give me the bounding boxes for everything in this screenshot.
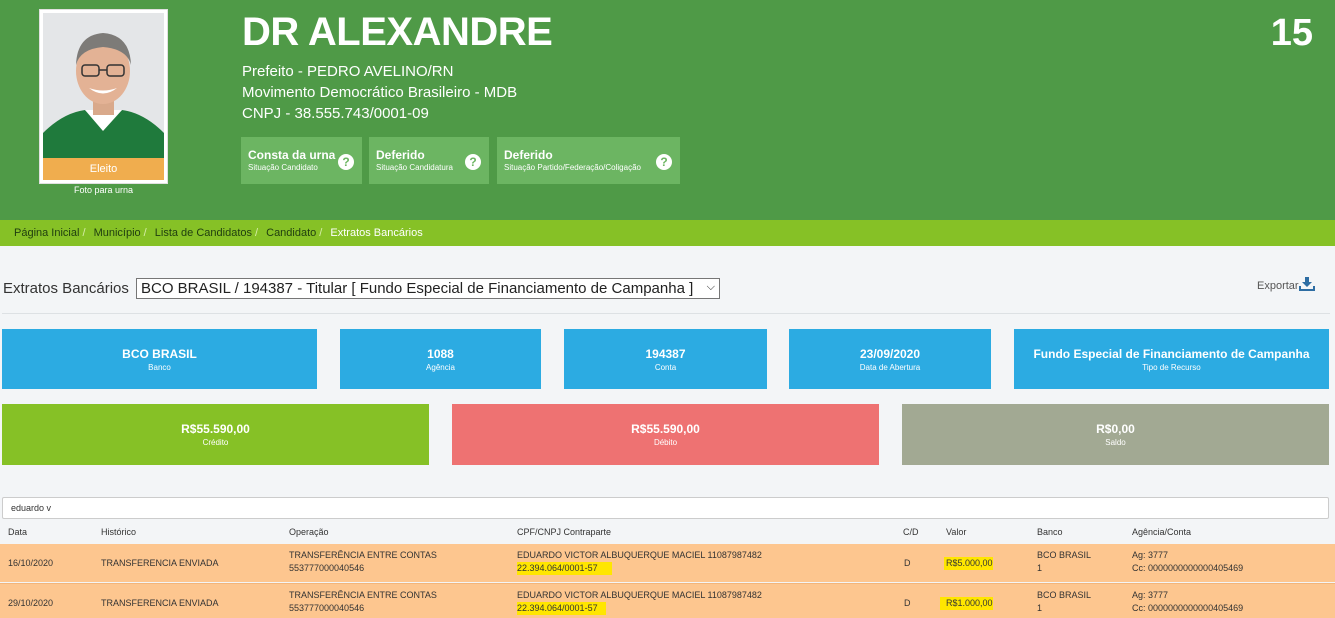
col-header-data[interactable]: Data	[8, 527, 27, 537]
credit-label: Crédito	[202, 438, 229, 447]
search-input[interactable]: eduardo v	[2, 497, 1329, 519]
candidate-party: Movimento Democrático Brasileiro - MDB	[242, 84, 518, 101]
col-header-banco[interactable]: Banco	[1037, 527, 1063, 537]
bank-label: Banco	[148, 363, 171, 372]
breadcrumb-candidate[interactable]: Candidato	[266, 227, 316, 239]
question-circle-icon[interactable]: ?	[656, 154, 672, 170]
photo-caption: Foto para urna	[73, 185, 134, 195]
balance-label: Saldo	[1105, 438, 1126, 447]
divider	[2, 313, 1330, 314]
col-header-cd[interactable]: C/D	[903, 527, 919, 537]
breadcrumb-candidate-list[interactable]: Lista de Candidatos	[155, 227, 252, 239]
resource-type-box: Fundo Especial de Financiamento de Campa…	[1014, 329, 1329, 389]
candidate-number: 15	[1270, 12, 1313, 54]
cell-historico: TRANSFERENCIA ENVIADA	[101, 558, 219, 568]
debit-label: Débito	[653, 438, 678, 447]
balance-value: R$0,00	[1096, 422, 1135, 436]
breadcrumb: Página Inicial / Município / Lista de Cand…	[0, 220, 1335, 246]
cell-cd: D	[904, 558, 911, 568]
cell-cd: D	[904, 598, 911, 608]
cell-banco: BCO BRASIL	[1037, 550, 1092, 560]
agency-label: Agência	[426, 363, 455, 372]
candidate-cnpj: CNPJ - 38.555.743/0001-09	[242, 105, 429, 122]
cell-agencia: Ag: 3777	[1132, 550, 1169, 560]
opening-date-label: Data de Abertura	[859, 363, 921, 372]
chevron-down-icon: ⌵	[706, 281, 715, 293]
opening-date-box: 23/09/2020 Data de Abertura	[789, 329, 991, 389]
credit-value: R$55.590,00	[181, 422, 250, 436]
credit-box: R$55.590,00 Crédito	[2, 404, 429, 465]
status-party: Deferido Situação Partido/Federação/Coli…	[497, 137, 680, 184]
breadcrumb-municipio[interactable]: Município	[94, 227, 141, 239]
candidate-office: Prefeito - PEDRO AVELINO/RN	[242, 63, 454, 80]
resource-type-value: Fundo Especial de Financiamento de Campa…	[1033, 347, 1310, 361]
cell-operacao: TRANSFERÊNCIA ENTRE CONTAS	[289, 590, 437, 600]
debit-box: R$55.590,00 Débito	[452, 404, 879, 465]
cell-agencia: Ag: 3777	[1132, 590, 1169, 600]
table-row[interactable]: 29/10/2020 TRANSFERENCIA ENVIADA TRANSFE…	[0, 583, 1335, 618]
cell-operacao-id: 553777000040546	[289, 563, 365, 573]
cell-data: 29/10/2020	[8, 598, 54, 608]
cell-valor: R$1.000,00	[940, 597, 993, 610]
bank-box: BCO BRASIL Banco	[2, 329, 317, 389]
download-icon	[1299, 277, 1315, 291]
cell-conta: Cc: 0000000000000405469	[1132, 563, 1244, 573]
candidate-name: DR ALEXANDRE	[242, 10, 553, 54]
cell-banco-code: 1	[1037, 603, 1043, 613]
col-header-agencia-conta[interactable]: Agência/Conta	[1132, 527, 1191, 537]
cell-operacao: TRANSFERÊNCIA ENTRE CONTAS	[289, 550, 437, 560]
col-header-historico[interactable]: Histórico	[101, 527, 136, 537]
candidate-photo	[43, 13, 164, 158]
account-box: 194387 Conta	[564, 329, 767, 389]
cell-contraparte-cnpj: 22.394.064/0001-57	[517, 602, 606, 615]
cell-data: 16/10/2020	[8, 558, 54, 568]
cell-contraparte-cnpj: 22.394.064/0001-57	[517, 562, 612, 575]
table-row[interactable]: 16/10/2020 TRANSFERENCIA ENVIADA TRANSFE…	[0, 544, 1335, 582]
export-label: Exportar	[1257, 280, 1299, 292]
candidate-photo-card: Eleito	[39, 9, 168, 184]
resource-type-label: Tipo de Recurso	[1142, 363, 1201, 372]
opening-date-value: 23/09/2020	[859, 347, 921, 361]
table-header: Data Histórico Operação CPF/CNPJ Contrap…	[0, 521, 1335, 543]
cell-contraparte: EDUARDO VICTOR ALBUQUERQUE MACIEL 110879…	[517, 590, 762, 600]
breadcrumb-bank-statements: Extratos Bancários	[330, 227, 423, 239]
status-title: Deferido	[504, 148, 553, 162]
cell-valor: R$5.000,00	[944, 557, 993, 570]
bank-value: BCO BRASIL	[122, 347, 197, 361]
cell-banco: BCO BRASIL	[1037, 590, 1092, 600]
agency-value: 1088	[427, 347, 454, 361]
account-label: Conta	[654, 363, 677, 372]
cell-contraparte: EDUARDO VICTOR ALBUQUERQUE MACIEL 110879…	[517, 550, 762, 560]
status-candidacy: Deferido Situação Candidatura ?	[369, 137, 489, 184]
account-select-value: BCO BRASIL / 194387 - Titular [ Fundo Es…	[141, 280, 694, 297]
breadcrumb-home[interactable]: Página Inicial	[14, 227, 79, 239]
balance-box: R$0,00 Saldo	[902, 404, 1329, 465]
cell-historico: TRANSFERENCIA ENVIADA	[101, 598, 219, 608]
question-circle-icon[interactable]: ?	[338, 154, 354, 170]
export-button[interactable]: Exportar	[1257, 277, 1315, 292]
col-header-contraparte[interactable]: CPF/CNPJ Contraparte	[517, 527, 611, 537]
account-select[interactable]: BCO BRASIL / 194387 - Titular [ Fundo Es…	[136, 278, 720, 299]
status-subtitle: Situação Partido/Federação/Coligação	[504, 163, 641, 172]
agency-box: 1088 Agência	[340, 329, 541, 389]
candidate-header: Eleito Foto para urna DR ALEXANDRE 15 Pr…	[0, 0, 1335, 220]
cell-conta: Cc: 0000000000000405469	[1132, 603, 1244, 613]
cell-banco-code: 1	[1037, 563, 1043, 573]
bank-statements-label: Extratos Bancários	[3, 280, 129, 297]
col-header-valor[interactable]: Valor	[946, 527, 966, 537]
elected-badge: Eleito	[43, 158, 164, 180]
question-circle-icon[interactable]: ?	[465, 154, 481, 170]
account-value: 194387	[645, 347, 686, 361]
col-header-operacao[interactable]: Operação	[289, 527, 329, 537]
status-candidate: Consta da urna Situação Candidato ?	[241, 137, 362, 184]
debit-value: R$55.590,00	[631, 422, 700, 436]
cell-operacao-id: 553777000040546	[289, 603, 365, 613]
